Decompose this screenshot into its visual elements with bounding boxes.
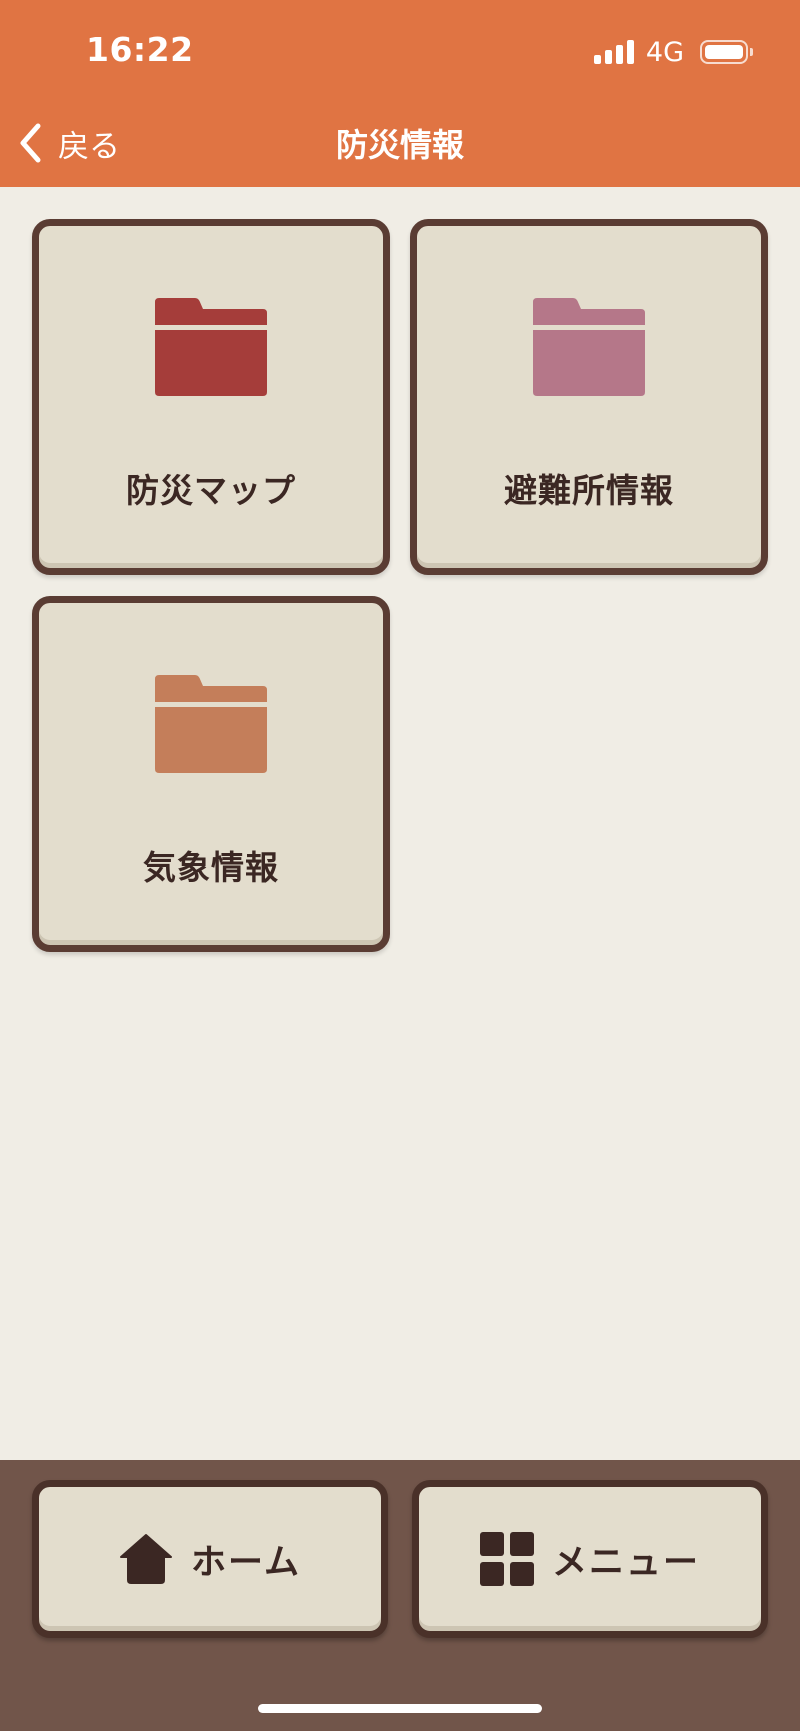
- card-label: 防災マップ: [126, 471, 296, 510]
- card-shelter-info[interactable]: 避難所情報: [410, 219, 768, 575]
- status-indicators: 4G: [593, 36, 753, 68]
- folder-icon-shape: [533, 298, 645, 396]
- home-button[interactable]: ホーム: [32, 1480, 388, 1638]
- home-icon: [120, 1534, 173, 1584]
- home-label: ホーム: [191, 1542, 301, 1583]
- signal-icon: [593, 40, 634, 64]
- folder-icon: [155, 298, 267, 396]
- bottom-tab-bar: ホーム メニュー: [0, 1460, 800, 1731]
- status-time: 16:22: [86, 30, 194, 69]
- network-type: 4G: [645, 36, 684, 68]
- card-label: 気象情報: [143, 848, 279, 887]
- header: 16:22 4G 戻る 防災情報: [0, 0, 800, 187]
- card-weather-info[interactable]: 気象情報: [32, 596, 390, 952]
- folder-icon-shape: [155, 298, 267, 396]
- battery-icon: [700, 40, 753, 64]
- folder-icon: [155, 675, 267, 773]
- card-disaster-map[interactable]: 防災マップ: [32, 219, 390, 575]
- menu-label: メニュー: [551, 1542, 700, 1583]
- folder-icon: [533, 298, 645, 396]
- card-label: 避難所情報: [504, 471, 674, 510]
- menu-button[interactable]: メニュー: [412, 1480, 768, 1638]
- home-indicator: [258, 1704, 542, 1713]
- folder-icon-shape: [155, 675, 267, 773]
- page-title: 防災情報: [335, 126, 464, 164]
- grid-icon: [479, 1532, 534, 1586]
